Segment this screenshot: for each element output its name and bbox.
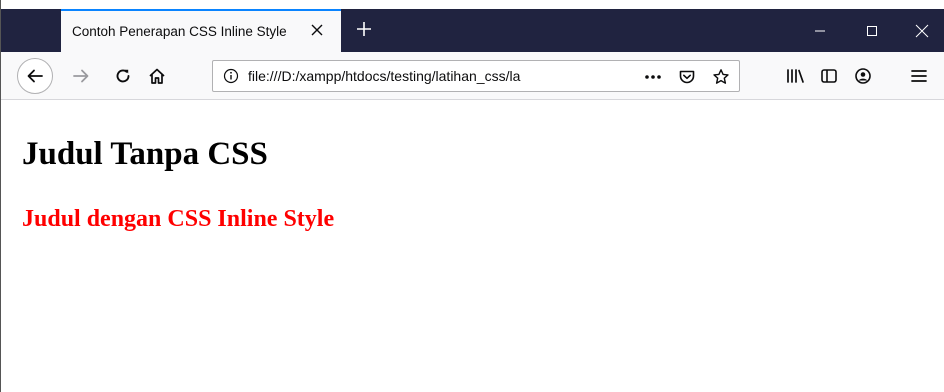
address-bar[interactable]: file:///D:/xampp/htdocs/testing/latihan_… bbox=[212, 60, 740, 92]
browser-window: Contoh Penerapan CSS Inline Style file:/… bbox=[0, 0, 944, 392]
url-text[interactable]: file:///D:/xampp/htdocs/testing/latihan_… bbox=[248, 68, 608, 84]
pocket-icon[interactable] bbox=[675, 66, 699, 88]
arrow-left-icon bbox=[27, 69, 43, 83]
library-icon bbox=[787, 69, 804, 83]
reload-icon bbox=[116, 69, 130, 83]
forward-button[interactable] bbox=[65, 60, 97, 92]
tab-close-icon[interactable] bbox=[307, 20, 327, 40]
bookmark-star-icon[interactable] bbox=[709, 66, 733, 88]
heading-plain: Judul Tanpa CSS bbox=[22, 136, 268, 172]
info-icon[interactable] bbox=[223, 68, 239, 84]
page-actions-icon[interactable] bbox=[641, 66, 665, 88]
tab-strip: Contoh Penerapan CSS Inline Style bbox=[1, 0, 944, 52]
minimize-icon[interactable] bbox=[797, 9, 843, 52]
sidebar-button[interactable] bbox=[813, 60, 845, 92]
home-button[interactable] bbox=[141, 60, 173, 92]
tab-title: Contoh Penerapan CSS Inline Style bbox=[72, 24, 287, 39]
maximize-icon[interactable] bbox=[849, 9, 895, 52]
library-button[interactable] bbox=[779, 60, 811, 92]
back-button[interactable] bbox=[17, 58, 53, 94]
tab-active[interactable]: Contoh Penerapan CSS Inline Style bbox=[61, 9, 341, 52]
new-tab-icon[interactable] bbox=[349, 14, 379, 44]
hamburger-menu-icon bbox=[911, 70, 927, 82]
window-close-icon[interactable] bbox=[899, 9, 944, 52]
heading-styled: Judul dengan CSS Inline Style bbox=[22, 206, 335, 232]
menu-button[interactable] bbox=[903, 60, 935, 92]
sidebar-icon bbox=[821, 69, 837, 83]
reload-button[interactable] bbox=[107, 60, 139, 92]
page-content: Judul Tanpa CSS Judul dengan CSS Inline … bbox=[1, 100, 944, 392]
account-icon bbox=[855, 68, 871, 84]
arrow-right-icon bbox=[73, 69, 89, 83]
nav-toolbar: file:///D:/xampp/htdocs/testing/latihan_… bbox=[1, 52, 944, 100]
account-button[interactable] bbox=[847, 60, 879, 92]
home-icon bbox=[149, 68, 165, 84]
